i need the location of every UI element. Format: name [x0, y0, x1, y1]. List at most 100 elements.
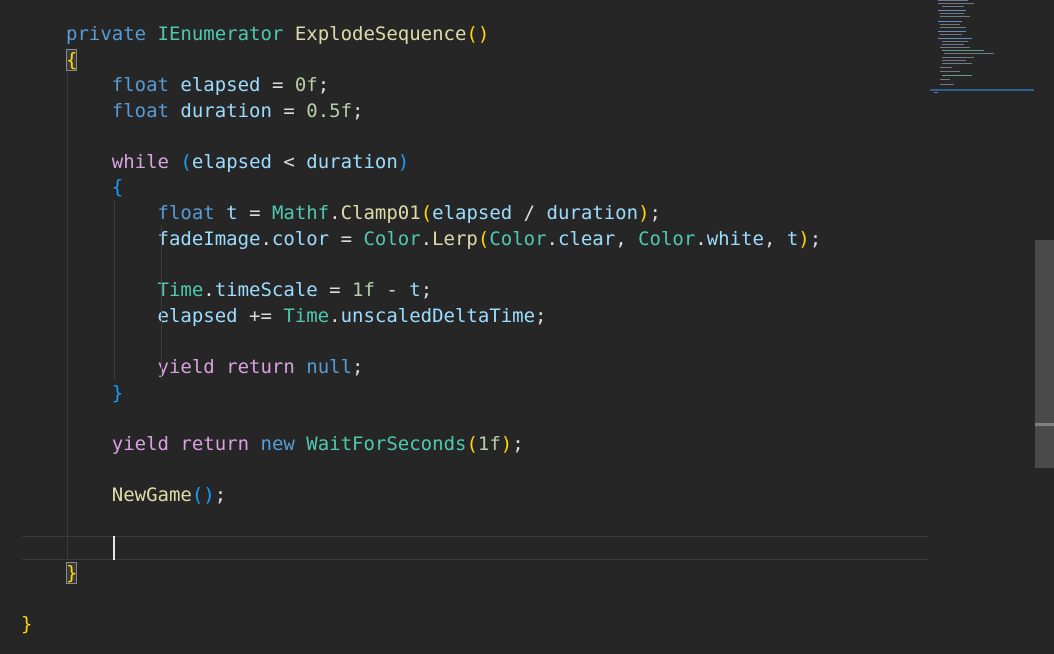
code-token: 1f [352, 279, 375, 301]
code-line[interactable]: { [66, 47, 78, 73]
minimap-line [942, 63, 972, 64]
code-token: float [157, 202, 215, 224]
code-line[interactable]: yield return new WaitForSeconds(1f); [66, 431, 524, 457]
code-token: ; [535, 305, 547, 327]
code-token: t [786, 228, 799, 250]
code-token: Mathf [271, 202, 330, 224]
code-line[interactable]: private IEnumerator ExplodeSequence() [66, 21, 489, 47]
indent-guide [161, 226, 162, 380]
minimap-line [938, 38, 972, 39]
code-token: ; [352, 356, 364, 378]
code-token: Lerp [432, 228, 478, 250]
minimap-line [940, 16, 970, 17]
code-token: fadeImage [157, 228, 261, 250]
code-line[interactable]: fadeImage.color = Color.Lerp(Color.clear… [66, 226, 822, 252]
code-token: duration [546, 202, 639, 224]
code-token: . [260, 228, 272, 250]
code-token: Color [638, 228, 696, 250]
code-token: ; [420, 279, 433, 301]
code-token: yield [157, 356, 215, 378]
code-token: elapsed [191, 151, 272, 173]
code-token: t [226, 202, 238, 224]
code-token: = [260, 74, 295, 96]
code-line[interactable]: while (elapsed < duration) [66, 149, 409, 175]
code-token: ) [500, 433, 513, 455]
code-token: Time [157, 279, 204, 301]
minimap-viewport-indicator[interactable] [930, 89, 1034, 91]
code-token: while [111, 151, 169, 173]
current-line-highlight [22, 536, 928, 560]
code-token: ) [638, 202, 650, 224]
minimap-line [940, 27, 966, 28]
code-token: += [237, 305, 284, 327]
code-token: duration [306, 151, 398, 173]
minimap-line [944, 53, 994, 54]
code-token: = [237, 202, 272, 224]
minimap-line [942, 50, 984, 51]
code-line[interactable]: { [66, 174, 123, 200]
code-line[interactable]: NewGame(); [66, 482, 226, 508]
minimap-line [938, 21, 962, 22]
code-line[interactable]: float elapsed = 0f; [66, 72, 329, 98]
code-token: } [21, 613, 33, 635]
code-line[interactable]: yield return null; [66, 354, 364, 380]
code-token: ) [798, 228, 810, 250]
code-token: , [763, 228, 787, 250]
code-line[interactable]: } [66, 560, 78, 586]
code-token: IEnumerator [157, 23, 284, 45]
minimap-line [942, 6, 964, 7]
code-token: = [271, 100, 307, 122]
code-token: 0f [294, 74, 318, 96]
code-token: NewGame [111, 484, 192, 506]
code-line[interactable]: Time.timeScale = 1f - t; [66, 277, 433, 303]
code-token: = [329, 228, 364, 250]
code-editor[interactable]: private IEnumerator ExplodeSequence(){ f… [0, 0, 1054, 654]
minimap-line [940, 34, 962, 35]
minimap-line [940, 24, 960, 25]
code-token: = [317, 279, 353, 301]
code-token: Clamp01 [340, 202, 421, 224]
code-line[interactable]: elapsed += Time.unscaledDeltaTime; [66, 303, 547, 329]
code-token: t [409, 279, 421, 301]
code-line[interactable]: } [21, 611, 32, 637]
minimap[interactable] [930, 0, 1034, 100]
code-token: unscaledDeltaTime [340, 305, 536, 327]
code-line[interactable]: float t = Mathf.Clamp01(elapsed / durati… [66, 200, 661, 226]
code-token: private [66, 23, 147, 45]
code-token: yield [111, 433, 169, 455]
minimap-line [940, 67, 952, 68]
minimap-line [942, 75, 972, 76]
code-token: Color [363, 228, 421, 250]
code-line[interactable]: } [66, 380, 123, 406]
code-line[interactable]: float duration = 0.5f; [66, 98, 364, 124]
code-token: ; [512, 433, 524, 455]
minimap-line [934, 92, 938, 93]
minimap-line [940, 71, 960, 72]
code-token: , [615, 228, 639, 250]
code-token: 0.5f [306, 100, 353, 122]
code-token: return [180, 433, 250, 455]
code-token: ( [477, 228, 490, 250]
code-token: / [512, 202, 547, 224]
code-token: - [374, 279, 410, 301]
minimap-line [942, 60, 966, 61]
code-token: white [706, 228, 764, 250]
code-token: Time [283, 305, 330, 327]
code-token: 1f [477, 433, 501, 455]
scrollbar-thumb[interactable] [1035, 240, 1054, 468]
code-token: . [203, 279, 215, 301]
